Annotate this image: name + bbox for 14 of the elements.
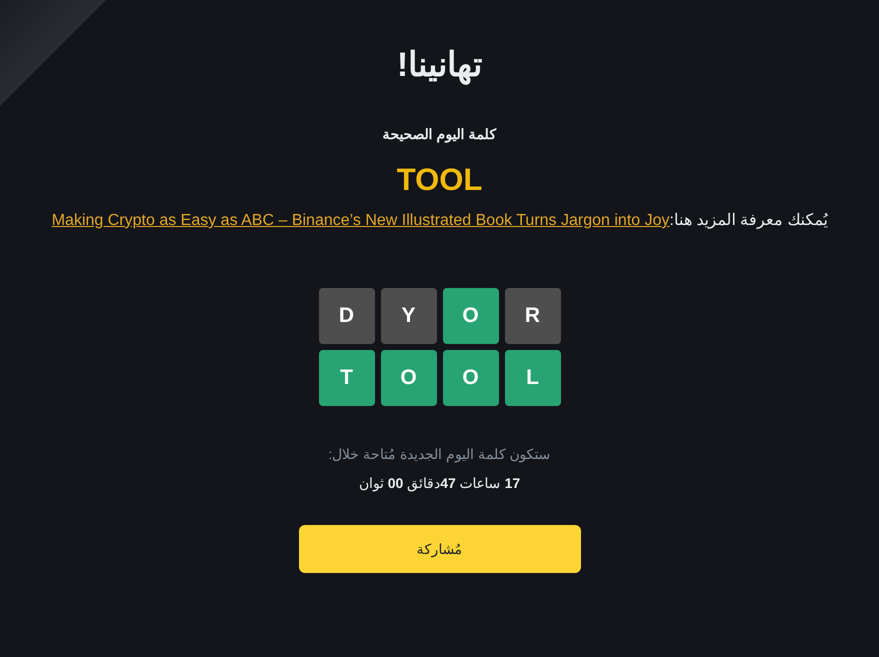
letter-tile: O [442, 350, 498, 406]
answer-word: TOOL [396, 162, 482, 198]
letter-tile: O [442, 288, 498, 344]
letter-tile: O [380, 350, 436, 406]
letter-tile: D [318, 288, 374, 344]
share-button[interactable]: مُشاركة [298, 525, 580, 573]
letter-tile: T [318, 350, 374, 406]
title-text: تهانينا! [396, 45, 482, 85]
letter-tile: R [504, 288, 560, 344]
letter-tile: Y [380, 288, 436, 344]
answer-label: كلمة اليوم الصحيحة [382, 125, 496, 144]
next-word-label: ستكون كلمة اليوم الجديدة مُتاحة خلال: [328, 445, 551, 464]
article-link[interactable]: Making Crypto as Easy as ABC – Binance’s New Illustrated Book Turns Jargon into Joy [52, 212, 670, 229]
letter-tile: L [504, 350, 560, 406]
